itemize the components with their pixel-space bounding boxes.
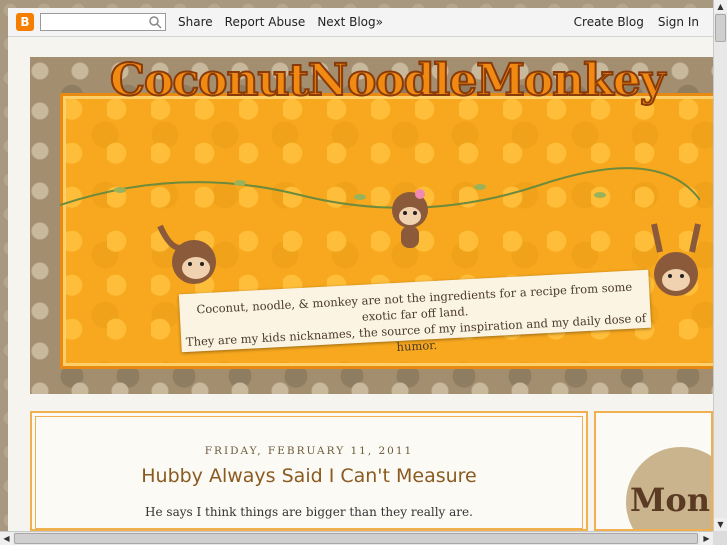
next-blog-link[interactable]: Next Blog» (317, 15, 383, 29)
create-blog-link[interactable]: Create Blog (574, 15, 644, 29)
monkey-illustration-center (392, 189, 428, 248)
report-abuse-link[interactable]: Report Abuse (225, 15, 306, 29)
horizontal-scrollbar[interactable]: ◀ ▶ (0, 531, 713, 545)
scroll-down-icon[interactable]: ▼ (714, 518, 727, 531)
search-input[interactable] (40, 13, 166, 31)
monkey-illustration-right (651, 223, 701, 296)
post-frame: FRIDAY, FEBRUARY 11, 2011 Hubby Always S… (35, 416, 583, 529)
share-link[interactable]: Share (178, 15, 213, 29)
post-title[interactable]: Hubby Always Said I Can't Measure (36, 465, 582, 487)
monkey-illustration-left (157, 224, 216, 284)
vertical-scrollbar[interactable]: ▲ ▼ (713, 0, 727, 531)
sign-in-link[interactable]: Sign In (658, 15, 699, 29)
post-date: FRIDAY, FEBRUARY 11, 2011 (204, 445, 414, 457)
horizontal-scroll-thumb[interactable] (14, 533, 698, 544)
blog-title[interactable]: CoconutNoodleMonkey (109, 54, 690, 107)
sidebar-column: Monk (594, 411, 713, 531)
search-icon[interactable] (148, 15, 162, 29)
post-body: He says I think things are bigger than t… (145, 505, 473, 519)
blogger-navbar: B Share Report Abuse Next Blog» Create B… (8, 8, 713, 37)
scrollbar-corner (713, 531, 727, 545)
blogger-logo-icon[interactable]: B (16, 13, 34, 31)
scroll-right-icon[interactable]: ▶ (700, 532, 713, 545)
main-post-column: FRIDAY, FEBRUARY 11, 2011 Hubby Always S… (30, 411, 588, 531)
scroll-left-icon[interactable]: ◀ (0, 532, 13, 545)
sidebar-badge-text: Monk (630, 481, 711, 519)
vertical-scroll-thumb[interactable] (715, 14, 726, 42)
scroll-up-icon[interactable]: ▲ (714, 0, 727, 13)
